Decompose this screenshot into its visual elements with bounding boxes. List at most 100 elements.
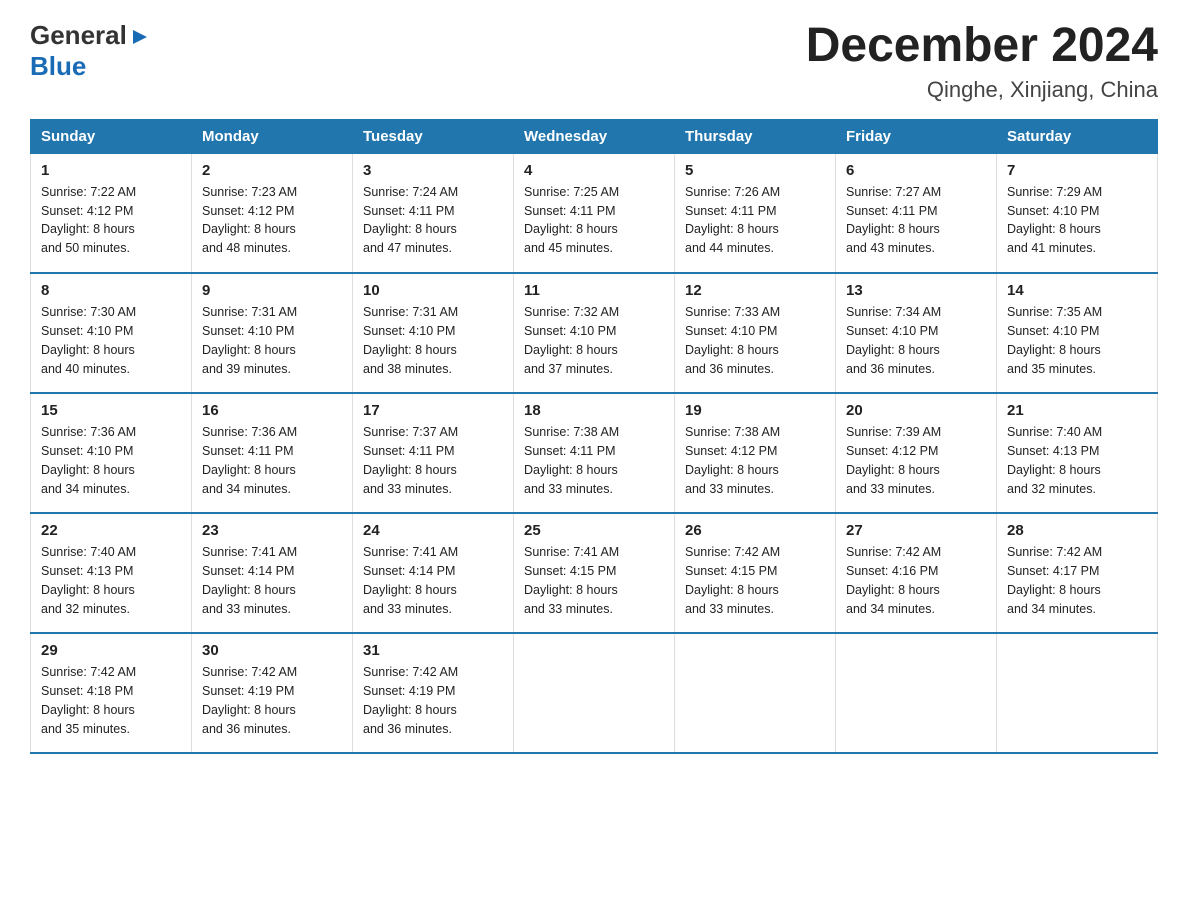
day-info: Sunrise: 7:31 AM Sunset: 4:10 PM Dayligh… — [202, 303, 342, 378]
day-info: Sunrise: 7:41 AM Sunset: 4:14 PM Dayligh… — [202, 543, 342, 618]
calendar-cell: 14 Sunrise: 7:35 AM Sunset: 4:10 PM Dayli… — [997, 273, 1158, 393]
day-info: Sunrise: 7:42 AM Sunset: 4:19 PM Dayligh… — [202, 663, 342, 738]
calendar-day-header: Saturday — [997, 119, 1158, 153]
day-number: 9 — [202, 282, 342, 299]
calendar-week-row: 1Sunrise: 7:22 AM Sunset: 4:12 PM Daylig… — [31, 153, 1158, 273]
page-header: General Blue December 2024 Qinghe, Xinji… — [30, 20, 1158, 103]
day-number: 18 — [524, 402, 664, 419]
calendar-cell: 8Sunrise: 7:30 AM Sunset: 4:10 PM Daylig… — [31, 273, 192, 393]
day-number: 10 — [363, 282, 503, 299]
calendar-header-row: SundayMondayTuesdayWednesdayThursdayFrid… — [31, 119, 1158, 153]
day-number: 29 — [41, 642, 181, 659]
calendar-cell: 12Sunrise: 7:33 AM Sunset: 4:10 PM Dayli… — [675, 273, 836, 393]
calendar-cell: 20 Sunrise: 7:39 AM Sunset: 4:12 PM Dayli… — [836, 393, 997, 513]
day-info: Sunrise: 7:33 AM Sunset: 4:10 PM Dayligh… — [685, 303, 825, 378]
day-number: 11 — [524, 282, 664, 299]
day-info: Sunrise: 7:41 AM Sunset: 4:15 PM Dayligh… — [524, 543, 664, 618]
calendar-cell: 24 Sunrise: 7:41 AM Sunset: 4:14 PM Dayli… — [353, 513, 514, 633]
day-info: Sunrise: 7:40 AM Sunset: 4:13 PM Dayligh… — [1007, 423, 1147, 498]
calendar-cell: 13 Sunrise: 7:34 AM Sunset: 4:10 PM Dayli… — [836, 273, 997, 393]
day-number: 14 — [1007, 282, 1147, 299]
day-info: Sunrise: 7:40 AM Sunset: 4:13 PM Dayligh… — [41, 543, 181, 618]
calendar-cell: 5 Sunrise: 7:26 AM Sunset: 4:11 PM Daylig… — [675, 153, 836, 273]
day-info: Sunrise: 7:25 AM Sunset: 4:11 PM Dayligh… — [524, 183, 664, 258]
day-number: 21 — [1007, 402, 1147, 419]
calendar-cell: 21 Sunrise: 7:40 AM Sunset: 4:13 PM Dayli… — [997, 393, 1158, 513]
calendar-cell: 18 Sunrise: 7:38 AM Sunset: 4:11 PM Dayli… — [514, 393, 675, 513]
day-info: Sunrise: 7:29 AM Sunset: 4:10 PM Dayligh… — [1007, 183, 1147, 258]
day-number: 26 — [685, 522, 825, 539]
day-number: 22 — [41, 522, 181, 539]
calendar-cell: 2 Sunrise: 7:23 AM Sunset: 4:12 PM Daylig… — [192, 153, 353, 273]
calendar-cell — [675, 633, 836, 753]
day-info: Sunrise: 7:41 AM Sunset: 4:14 PM Dayligh… — [363, 543, 503, 618]
calendar-day-header: Friday — [836, 119, 997, 153]
day-info: Sunrise: 7:38 AM Sunset: 4:12 PM Dayligh… — [685, 423, 825, 498]
calendar-cell: 7 Sunrise: 7:29 AM Sunset: 4:10 PM Daylig… — [997, 153, 1158, 273]
calendar-cell — [836, 633, 997, 753]
day-number: 17 — [363, 402, 503, 419]
day-number: 13 — [846, 282, 986, 299]
calendar-day-header: Monday — [192, 119, 353, 153]
day-info: Sunrise: 7:32 AM Sunset: 4:10 PM Dayligh… — [524, 303, 664, 378]
calendar-cell — [997, 633, 1158, 753]
page-subtitle: Qinghe, Xinjiang, China — [806, 77, 1158, 103]
day-info: Sunrise: 7:34 AM Sunset: 4:10 PM Dayligh… — [846, 303, 986, 378]
calendar-table: SundayMondayTuesdayWednesdayThursdayFrid… — [30, 119, 1158, 755]
day-number: 28 — [1007, 522, 1147, 539]
calendar-cell: 30Sunrise: 7:42 AM Sunset: 4:19 PM Dayli… — [192, 633, 353, 753]
day-number: 31 — [363, 642, 503, 659]
day-info: Sunrise: 7:22 AM Sunset: 4:12 PM Dayligh… — [41, 183, 181, 258]
calendar-cell: 16 Sunrise: 7:36 AM Sunset: 4:11 PM Dayli… — [192, 393, 353, 513]
calendar-cell: 1Sunrise: 7:22 AM Sunset: 4:12 PM Daylig… — [31, 153, 192, 273]
day-number: 16 — [202, 402, 342, 419]
day-number: 8 — [41, 282, 181, 299]
day-info: Sunrise: 7:23 AM Sunset: 4:12 PM Dayligh… — [202, 183, 342, 258]
day-info: Sunrise: 7:38 AM Sunset: 4:11 PM Dayligh… — [524, 423, 664, 498]
calendar-cell: 11 Sunrise: 7:32 AM Sunset: 4:10 PM Dayli… — [514, 273, 675, 393]
day-number: 7 — [1007, 162, 1147, 179]
calendar-cell: 23 Sunrise: 7:41 AM Sunset: 4:14 PM Dayli… — [192, 513, 353, 633]
day-number: 24 — [363, 522, 503, 539]
day-info: Sunrise: 7:35 AM Sunset: 4:10 PM Dayligh… — [1007, 303, 1147, 378]
logo-blue: Blue — [30, 51, 86, 82]
calendar-cell: 17Sunrise: 7:37 AM Sunset: 4:11 PM Dayli… — [353, 393, 514, 513]
day-info: Sunrise: 7:36 AM Sunset: 4:11 PM Dayligh… — [202, 423, 342, 498]
day-info: Sunrise: 7:39 AM Sunset: 4:12 PM Dayligh… — [846, 423, 986, 498]
calendar-day-header: Sunday — [31, 119, 192, 153]
day-info: Sunrise: 7:42 AM Sunset: 4:15 PM Dayligh… — [685, 543, 825, 618]
day-info: Sunrise: 7:31 AM Sunset: 4:10 PM Dayligh… — [363, 303, 503, 378]
calendar-cell: 3Sunrise: 7:24 AM Sunset: 4:11 PM Daylig… — [353, 153, 514, 273]
day-number: 25 — [524, 522, 664, 539]
day-number: 23 — [202, 522, 342, 539]
day-info: Sunrise: 7:42 AM Sunset: 4:16 PM Dayligh… — [846, 543, 986, 618]
calendar-cell: 27 Sunrise: 7:42 AM Sunset: 4:16 PM Dayli… — [836, 513, 997, 633]
calendar-cell: 25 Sunrise: 7:41 AM Sunset: 4:15 PM Dayli… — [514, 513, 675, 633]
calendar-cell: 9 Sunrise: 7:31 AM Sunset: 4:10 PM Daylig… — [192, 273, 353, 393]
calendar-week-row: 15Sunrise: 7:36 AM Sunset: 4:10 PM Dayli… — [31, 393, 1158, 513]
logo-general: General — [30, 20, 127, 51]
logo: General Blue — [30, 20, 151, 82]
day-number: 3 — [363, 162, 503, 179]
day-number: 19 — [685, 402, 825, 419]
day-number: 6 — [846, 162, 986, 179]
day-info: Sunrise: 7:26 AM Sunset: 4:11 PM Dayligh… — [685, 183, 825, 258]
day-number: 5 — [685, 162, 825, 179]
day-number: 20 — [846, 402, 986, 419]
page-title: December 2024 — [806, 20, 1158, 73]
calendar-week-row: 22 Sunrise: 7:40 AM Sunset: 4:13 PM Dayli… — [31, 513, 1158, 633]
day-info: Sunrise: 7:42 AM Sunset: 4:18 PM Dayligh… — [41, 663, 181, 738]
day-number: 2 — [202, 162, 342, 179]
calendar-day-header: Tuesday — [353, 119, 514, 153]
calendar-cell: 4Sunrise: 7:25 AM Sunset: 4:11 PM Daylig… — [514, 153, 675, 273]
calendar-cell: 22 Sunrise: 7:40 AM Sunset: 4:13 PM Dayli… — [31, 513, 192, 633]
calendar-week-row: 29 Sunrise: 7:42 AM Sunset: 4:18 PM Dayli… — [31, 633, 1158, 753]
day-info: Sunrise: 7:42 AM Sunset: 4:17 PM Dayligh… — [1007, 543, 1147, 618]
title-block: December 2024 Qinghe, Xinjiang, China — [806, 20, 1158, 103]
logo-arrow-icon — [129, 26, 151, 48]
calendar-cell: 28 Sunrise: 7:42 AM Sunset: 4:17 PM Dayli… — [997, 513, 1158, 633]
day-info: Sunrise: 7:27 AM Sunset: 4:11 PM Dayligh… — [846, 183, 986, 258]
calendar-cell: 19 Sunrise: 7:38 AM Sunset: 4:12 PM Dayli… — [675, 393, 836, 513]
day-info: Sunrise: 7:42 AM Sunset: 4:19 PM Dayligh… — [363, 663, 503, 738]
day-number: 27 — [846, 522, 986, 539]
